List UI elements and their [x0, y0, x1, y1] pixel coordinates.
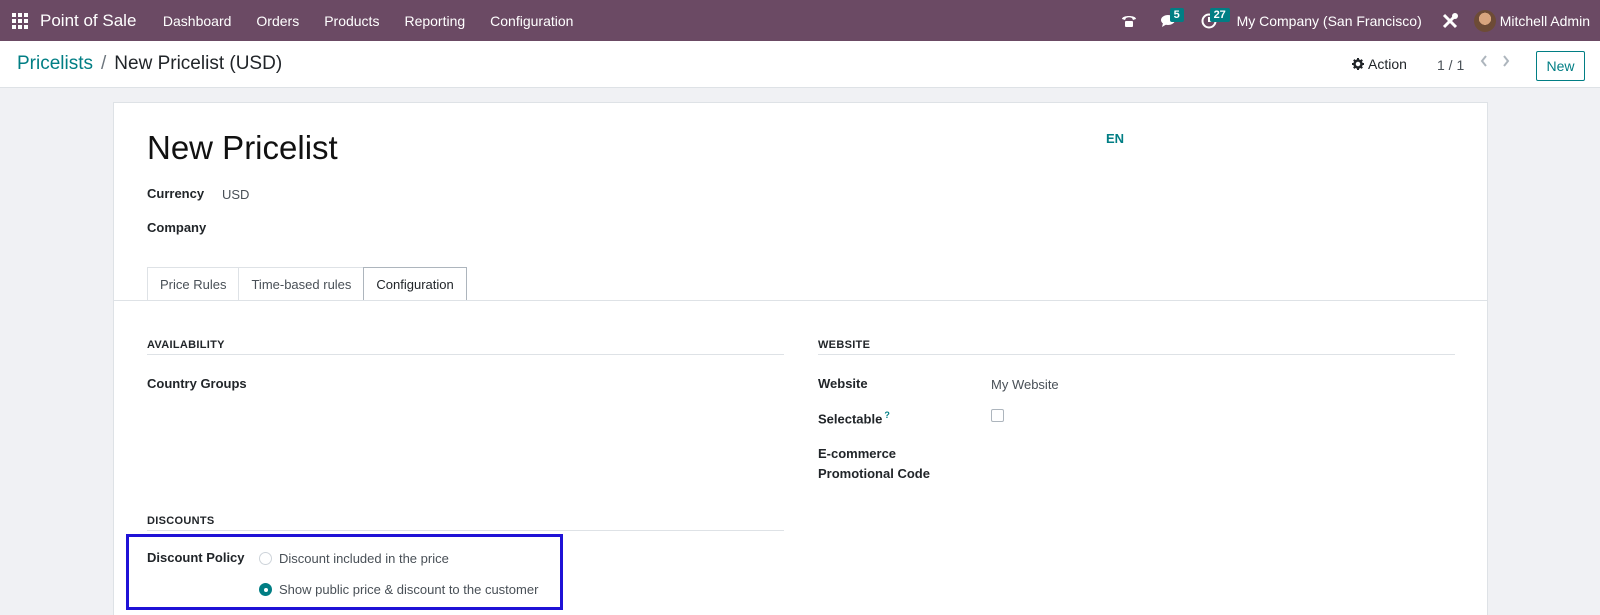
menu-dashboard[interactable]: Dashboard: [150, 0, 244, 41]
availability-heading: AVAILABILITY: [147, 339, 225, 351]
activities-count-badge: 27: [1209, 8, 1230, 22]
chevron-left-icon[interactable]: [1480, 55, 1488, 70]
messages-count-badge: 5: [1169, 8, 1184, 22]
action-menu-button[interactable]: Action: [1352, 56, 1407, 72]
discounts-divider: [147, 530, 784, 531]
user-menu[interactable]: Mitchell Admin: [1500, 13, 1600, 29]
pricelist-name-field[interactable]: New Pricelist: [147, 129, 338, 167]
help-tooltip-icon[interactable]: ?: [884, 410, 890, 420]
website-field[interactable]: My Website: [991, 377, 1059, 392]
website-divider: [818, 354, 1455, 355]
country-groups-label: Country Groups: [147, 376, 247, 391]
gear-icon: [1352, 58, 1364, 70]
highlight-box: [126, 534, 563, 610]
chevron-right-icon[interactable]: [1502, 55, 1510, 70]
breadcrumb-pricelists-link[interactable]: Pricelists: [17, 53, 93, 75]
promo-label-line1: E-commerce: [818, 446, 897, 461]
tab-divider: [114, 300, 1487, 301]
new-button[interactable]: New: [1536, 51, 1585, 81]
menu-reporting[interactable]: Reporting: [392, 0, 478, 41]
selectable-label-text: Selectable: [818, 411, 883, 427]
action-label: Action: [1368, 56, 1407, 72]
tab-price-rules[interactable]: Price Rules: [147, 267, 240, 301]
website-label: Website: [818, 376, 868, 391]
pager-value[interactable]: 1 / 1: [1437, 57, 1464, 73]
apps-menu-icon[interactable]: [0, 0, 40, 41]
breadcrumb: Pricelists / New Pricelist (USD): [17, 53, 282, 75]
selectable-label: Selectable?: [818, 410, 890, 426]
currency-label: Currency: [147, 186, 205, 201]
notebook-tabs: Price Rules Time-based rules Configurati…: [147, 267, 467, 301]
menu-products[interactable]: Products: [312, 0, 392, 41]
phone-icon[interactable]: [1109, 0, 1149, 41]
company-switcher[interactable]: My Company (San Francisco): [1229, 13, 1432, 29]
messages-icon[interactable]: 5: [1149, 0, 1189, 41]
control-panel: Pricelists / New Pricelist (USD) Action …: [0, 41, 1600, 88]
menu-configuration[interactable]: Configuration: [478, 0, 586, 41]
discounts-heading: DISCOUNTS: [147, 515, 215, 527]
top-navbar: Point of Sale Dashboard Orders Products …: [0, 0, 1600, 41]
tab-time-based-rules[interactable]: Time-based rules: [238, 267, 365, 301]
ecommerce-promo-label: E-commerce Promotional Code: [818, 444, 930, 484]
language-toggle[interactable]: EN: [1106, 131, 1124, 146]
user-avatar[interactable]: [1473, 9, 1496, 32]
activity-clock-icon[interactable]: 27: [1189, 0, 1230, 41]
tab-configuration[interactable]: Configuration: [363, 267, 467, 301]
selectable-checkbox[interactable]: [991, 409, 1004, 422]
currency-field[interactable]: USD: [222, 187, 249, 202]
breadcrumb-current: New Pricelist (USD): [114, 53, 283, 74]
menu-orders[interactable]: Orders: [244, 0, 312, 41]
breadcrumb-separator: /: [101, 53, 107, 74]
debug-tools-icon[interactable]: [1432, 0, 1468, 41]
app-name[interactable]: Point of Sale: [40, 11, 136, 31]
company-label: Company: [147, 220, 207, 235]
availability-divider: [147, 354, 784, 355]
website-heading: WEBSITE: [818, 339, 871, 351]
promo-label-line2: Promotional Code: [818, 466, 930, 481]
